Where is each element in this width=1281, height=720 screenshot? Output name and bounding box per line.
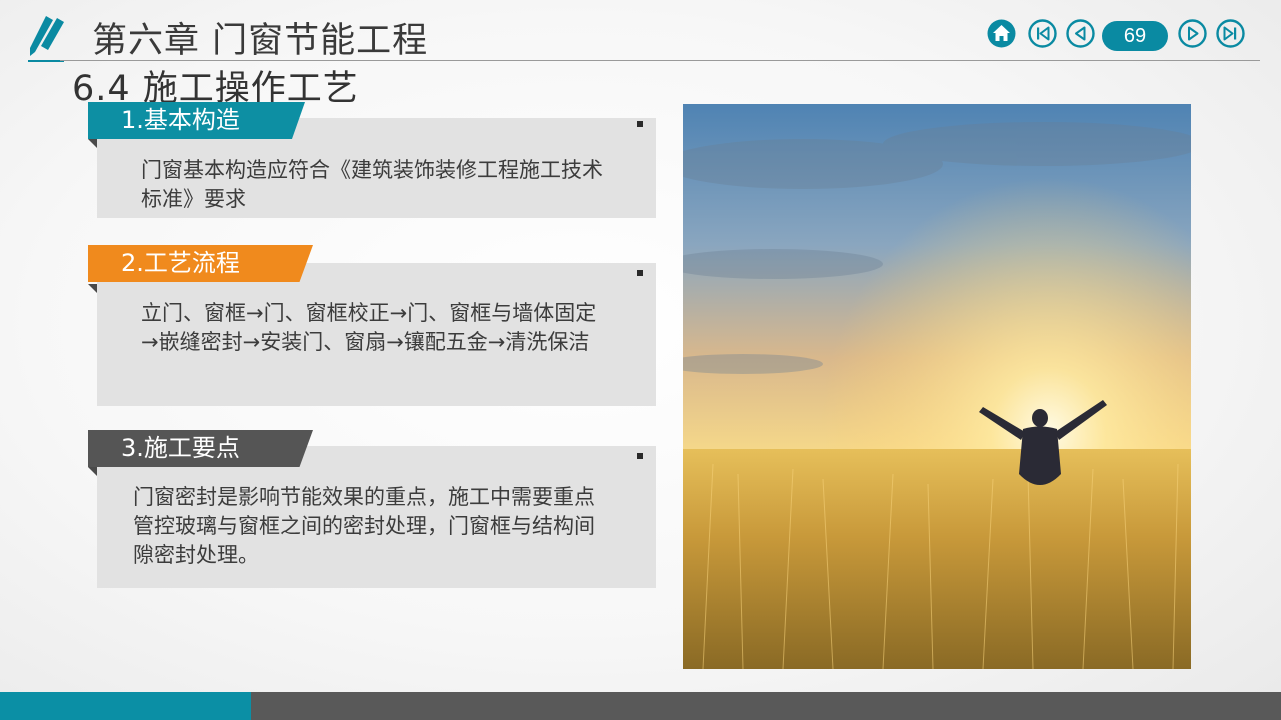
tab-fold	[88, 284, 97, 293]
tab-label-3: 3.施工要点	[88, 430, 313, 467]
tab-text-2: 2.工艺流程	[121, 249, 240, 277]
tab-text-3: 3.施工要点	[121, 434, 240, 462]
tab-label-1: 1.基本构造	[88, 102, 305, 139]
wheat-field-photo	[683, 104, 1191, 669]
home-icon[interactable]	[987, 19, 1016, 48]
bullet-marker	[637, 453, 643, 459]
next-icon[interactable]	[1178, 19, 1207, 48]
card-text-3: 门窗密封是影响节能效果的重点，施工中需要重点管控玻璃与窗框之间的密封处理，门窗框…	[133, 485, 595, 567]
skip-last-icon[interactable]	[1216, 19, 1245, 48]
bullet-marker	[637, 270, 643, 276]
tab-fold	[88, 467, 97, 476]
prev-icon[interactable]	[1066, 19, 1095, 48]
skip-first-icon[interactable]	[1028, 19, 1057, 48]
slide-navigation: 69	[0, 19, 1281, 53]
tab-label-2: 2.工艺流程	[88, 245, 313, 282]
footer-bar-accent	[0, 692, 251, 720]
tab-text-1: 1.基本构造	[121, 106, 240, 134]
page-number[interactable]: 69	[1102, 21, 1168, 51]
bullet-marker	[637, 121, 643, 127]
card-text-1: 门窗基本构造应符合《建筑装饰装修工程施工技术标准》要求	[141, 158, 603, 211]
footer-bar	[251, 692, 1281, 720]
tab-fold	[88, 139, 97, 148]
card-text-2: 立门、窗框→门、窗框校正→门、窗框与墙体固定→嵌缝密封→安装门、窗扇→镶配五金→…	[141, 301, 597, 354]
